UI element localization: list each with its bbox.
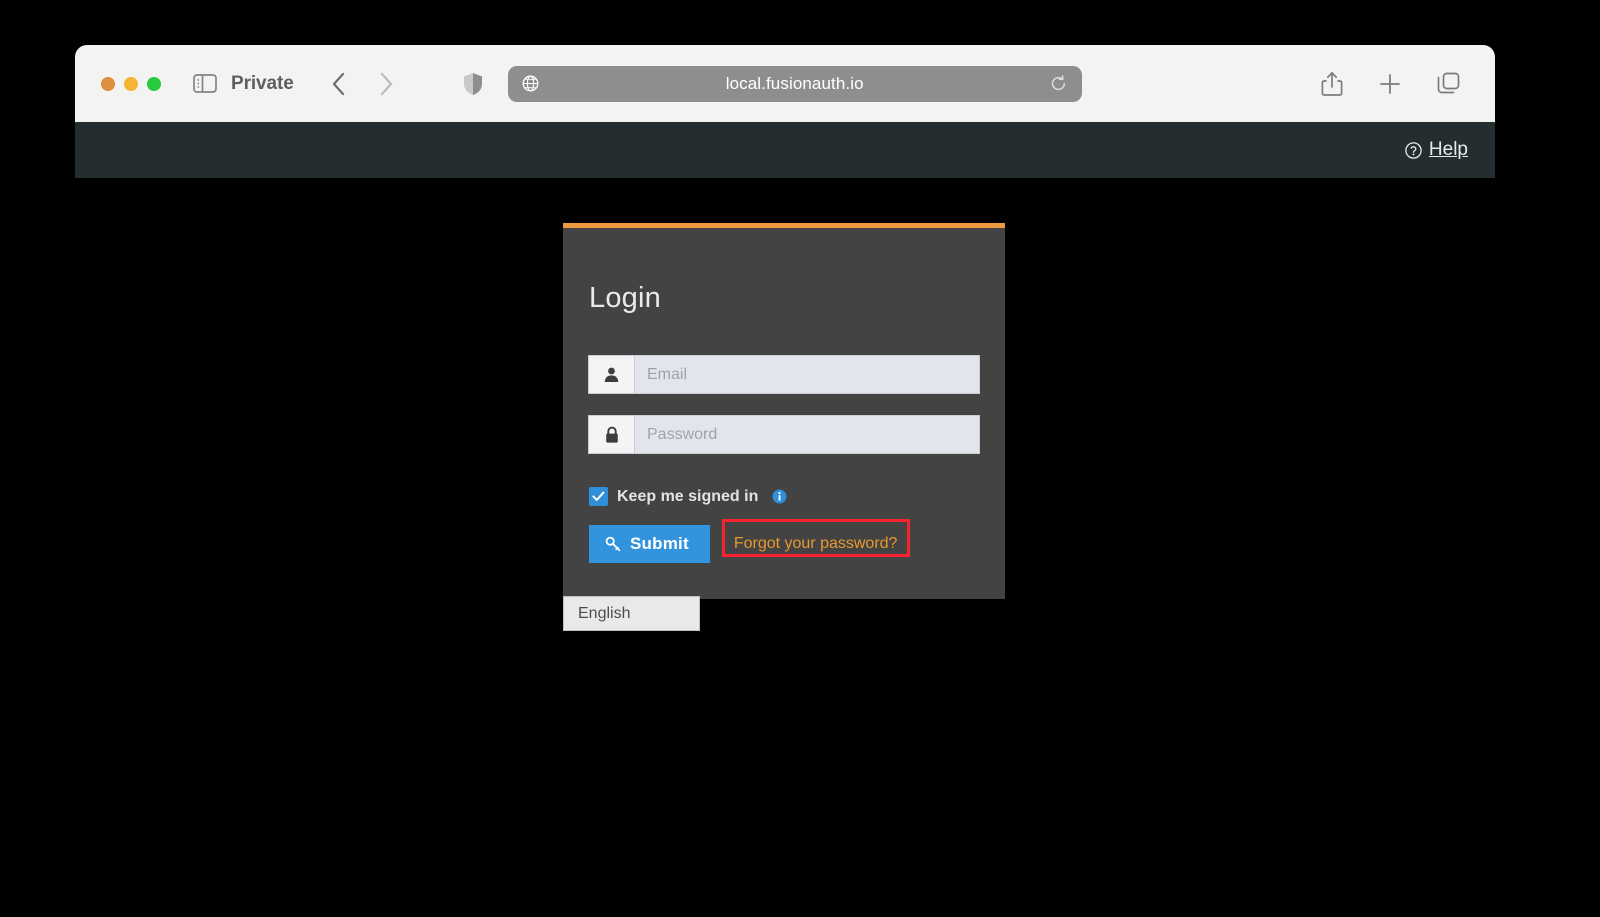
login-actions: Submit Forgot your password? (588, 519, 980, 563)
maximize-button[interactable] (147, 76, 161, 91)
app-header-bar: Help (75, 122, 1495, 178)
info-circle-icon[interactable] (772, 489, 787, 504)
window-controls (101, 76, 161, 91)
back-chevron-icon[interactable] (322, 67, 356, 101)
url-text: local.fusionauth.io (725, 73, 864, 93)
language-selector[interactable]: English (563, 596, 700, 631)
login-card: Login Email Keep me signed in Submit For… (563, 223, 1005, 599)
email-input[interactable] (634, 355, 980, 394)
keep-signed-in-row: Keep me signed in (588, 487, 980, 506)
page-title: Login (589, 282, 661, 314)
sidebar-toggle-icon[interactable] (192, 73, 218, 94)
password-field-row (588, 415, 980, 454)
keep-signed-in-checkbox[interactable] (589, 487, 608, 506)
address-bar[interactable]: local.fusionauth.io (507, 65, 1082, 102)
help-label: Help (1428, 139, 1468, 160)
tab-overview-icon[interactable] (1435, 70, 1461, 98)
minimize-button[interactable] (124, 76, 138, 91)
forward-chevron-icon[interactable] (370, 67, 404, 101)
keep-signed-in-label: Keep me signed in (617, 487, 759, 505)
forgot-password-wrapper: Forgot your password? (721, 519, 911, 563)
language-selector-value: English (578, 604, 631, 622)
share-icon[interactable] (1319, 70, 1345, 98)
close-button[interactable] (101, 76, 115, 91)
private-mode-label: Private (231, 72, 294, 94)
screen: Private local.fusionauth.io Help Login E… (0, 0, 1600, 917)
forgot-password-link[interactable]: Forgot your password? (734, 535, 898, 553)
reload-icon[interactable] (1050, 74, 1068, 93)
submit-button[interactable]: Submit (589, 525, 710, 563)
browser-window: Private local.fusionauth.io Help Login E… (75, 45, 1495, 917)
lock-icon (588, 415, 634, 454)
plus-icon[interactable] (1377, 70, 1403, 98)
page-body: Login Email Keep me signed in Submit For… (75, 178, 1495, 917)
privacy-shield-icon[interactable] (462, 71, 484, 97)
email-field-row (588, 355, 980, 394)
password-input[interactable] (634, 415, 980, 454)
globe-icon (522, 75, 540, 93)
key-icon (605, 536, 621, 552)
browser-toolbar: Private local.fusionauth.io (75, 45, 1495, 122)
help-link[interactable]: Help (1405, 139, 1468, 161)
toolbar-actions (1319, 70, 1471, 98)
submit-button-label: Submit (630, 534, 689, 553)
question-circle-icon (1405, 141, 1422, 159)
user-icon (588, 355, 634, 394)
